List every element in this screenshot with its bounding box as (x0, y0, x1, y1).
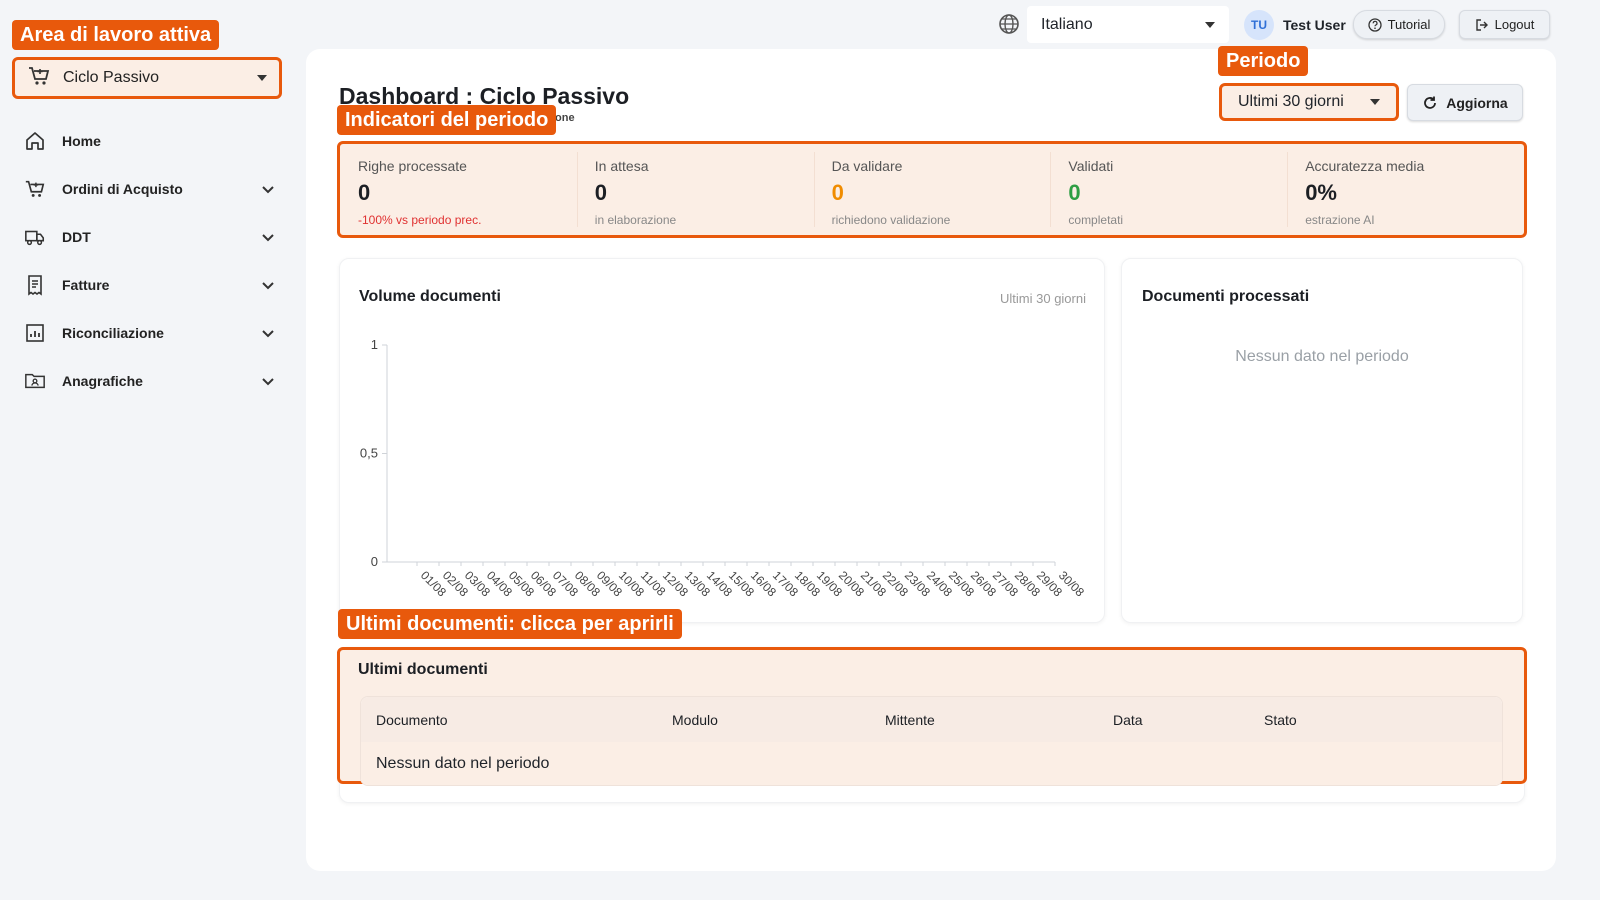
logout-button[interactable]: Logout (1459, 10, 1550, 39)
sidebar-item-ddt[interactable]: DDT (0, 213, 300, 261)
kpi-callout: Indicatori del periodo (337, 105, 557, 135)
sidebar-item-ordini[interactable]: Ordini di Acquisto (0, 165, 300, 213)
chevron-down-icon[interactable] (260, 325, 276, 341)
sidebar-item-riconciliazione[interactable]: Riconciliazione (0, 309, 300, 357)
table-header-mittente[interactable]: Mittente (885, 712, 935, 728)
y-tick-label: 0 (371, 554, 378, 569)
chevron-down-icon[interactable] (260, 229, 276, 245)
recent-docs-card: Ultimi documenti Documento Modulo Mitten… (337, 647, 1527, 786)
processed-docs-empty: Nessun dato nel periodo (1235, 348, 1409, 365)
refresh-button-label: Aggiorna (1446, 94, 1508, 111)
invoice-icon (24, 274, 46, 296)
chevron-down-icon[interactable] (260, 277, 276, 293)
kpi-accuratezza-media: Accuratezza media 0% estrazione AI (1287, 144, 1524, 235)
kpi-label: Righe processate (358, 158, 467, 174)
processed-docs-card: Documenti processati Nessun dato nel per… (1121, 258, 1523, 623)
kpi-value: 0 (831, 180, 844, 205)
kpi-label: Accuratezza media (1305, 158, 1425, 174)
period-select-value: Ultimi 30 giorni (1238, 93, 1344, 110)
table-empty-message: Nessun dato nel periodo (376, 755, 550, 772)
globe-icon (999, 14, 1019, 34)
cart-icon (27, 65, 51, 92)
workspace-select[interactable]: Ciclo Passivo (12, 57, 282, 99)
table-header-documento[interactable]: Documento (376, 712, 448, 728)
table-header-row: Documento Modulo Mittente Data Stato (361, 697, 1502, 742)
volume-chart-card: Volume documenti Ultimi 30 giorni 0 0,5 1 0… (339, 258, 1105, 623)
avatar[interactable]: TU (1244, 10, 1274, 40)
kpi-label: In attesa (594, 158, 649, 174)
tutorial-button[interactable]: Tutorial (1353, 10, 1445, 39)
kpi-righe-processate: Righe processate 0 -100% vs periodo prec… (340, 144, 577, 235)
main-content: Dashboard : Ciclo Passivo one Indicatori… (306, 46, 1556, 871)
language-select[interactable]: Italiano (1027, 6, 1229, 43)
kpi-sub: richiedono validazione (831, 213, 951, 227)
y-tick-label: 0,5 (360, 446, 378, 461)
volume-chart: 00,5101/0802/0803/0804/0805/0806/0807/08… (360, 337, 1087, 600)
chevron-down-icon (1205, 21, 1215, 28)
kpi-in-attesa: In attesa 0 in elaborazione (576, 144, 814, 235)
home-icon (24, 130, 46, 152)
kpi-sub: estrazione AI (1305, 213, 1375, 227)
kpi-sub: -100% vs periodo prec. (358, 213, 482, 227)
chevron-down-icon[interactable] (260, 373, 276, 389)
workspace-select-label: Ciclo Passivo (63, 69, 160, 86)
kpi-value: 0 (1068, 180, 1081, 205)
kpi-sub: in elaborazione (594, 213, 677, 227)
y-tick-label: 1 (371, 337, 378, 352)
recent-docs-table: Documento Modulo Mittente Data Stato Nes… (360, 696, 1503, 786)
period-callout: Periodo (1218, 46, 1309, 76)
sidebar-item-label: Ordini di Acquisto (62, 181, 183, 197)
kpi-value: 0 (594, 180, 608, 205)
chart-icon (24, 322, 46, 344)
sidebar-item-label: Riconciliazione (62, 325, 164, 341)
kpi-label: Validati (1068, 158, 1114, 174)
tutorial-button-label: Tutorial (1387, 17, 1431, 32)
logout-button-label: Logout (1494, 17, 1535, 32)
kpi-row: Righe processate 0 -100% vs periodo prec… (337, 141, 1527, 238)
kpi-value: 0% (1305, 180, 1337, 205)
recent-docs-title: Ultimi documenti (358, 661, 488, 678)
sidebar-item-fatture[interactable]: Fatture (0, 261, 300, 309)
sidebar-nav: Home Ordini di Acquisto DDT Fatture Rico… (0, 117, 300, 405)
chevron-down-icon[interactable] (260, 181, 276, 197)
sidebar-item-home[interactable]: Home (0, 117, 300, 165)
truck-icon (24, 226, 46, 248)
sidebar-item-label: DDT (62, 229, 91, 245)
kpi-value: 0 (358, 180, 371, 205)
contacts-folder-icon (24, 370, 46, 392)
help-circle-icon (1367, 17, 1382, 32)
workspace-callout: Area di lavoro attiva (12, 20, 220, 50)
cart-icon (24, 178, 46, 200)
logout-icon (1475, 18, 1488, 31)
table-header-stato[interactable]: Stato (1264, 712, 1297, 728)
page-subtitle: one (555, 112, 575, 124)
user-name: Test User (1283, 17, 1346, 33)
sidebar: Area di lavoro attiva Ciclo Passivo Home… (0, 0, 300, 900)
period-select[interactable]: Ultimi 30 giorni (1219, 83, 1399, 121)
chevron-down-icon (257, 75, 267, 81)
kpi-da-validare: Da validare 0 richiedono validazione (813, 144, 1051, 235)
processed-docs-title: Documenti processati (1142, 288, 1310, 305)
table-empty-row: Nessun dato nel periodo (361, 742, 1502, 785)
sidebar-item-label: Fatture (62, 277, 110, 293)
chevron-down-icon (1370, 99, 1380, 105)
table-header-modulo[interactable]: Modulo (672, 712, 718, 728)
sidebar-item-anagrafiche[interactable]: Anagrafiche (0, 357, 300, 405)
kpi-validati: Validati 0 completati (1050, 144, 1287, 235)
refresh-button[interactable]: Aggiorna (1407, 84, 1523, 121)
sidebar-item-label: Anagrafiche (62, 373, 143, 389)
kpi-label: Da validare (831, 158, 903, 174)
language-select-value: Italiano (1041, 15, 1093, 33)
table-callout: Ultimi documenti: clicca per aprirli (338, 609, 682, 639)
table-header-data[interactable]: Data (1113, 712, 1143, 728)
top-bar: Italiano TU Test User Tutorial Logout (300, 0, 1600, 48)
kpi-sub: completati (1068, 213, 1124, 227)
sidebar-item-label: Home (62, 133, 101, 149)
refresh-icon (1424, 96, 1437, 109)
